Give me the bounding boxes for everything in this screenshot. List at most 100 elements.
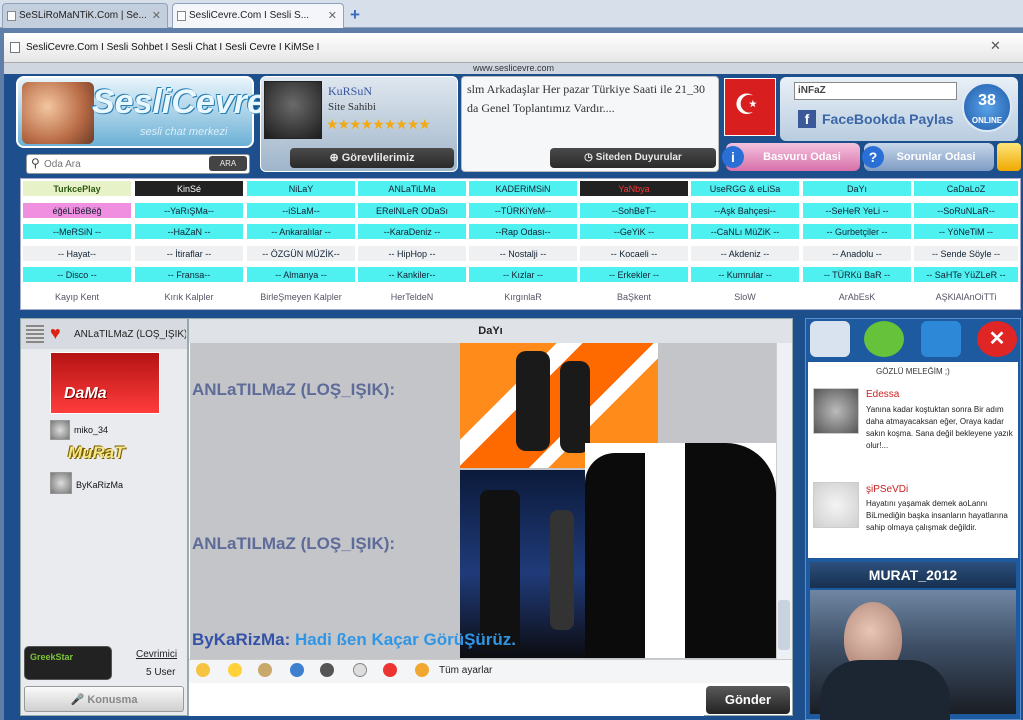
room-item[interactable]: --Aşk Bahçesi-- — [690, 202, 800, 219]
room-item[interactable]: CaDaLoZ — [913, 180, 1019, 197]
send-button[interactable]: Gönder — [706, 686, 790, 714]
room-item[interactable]: -- TÜRKü BaR -- — [802, 266, 912, 283]
room-item[interactable]: -- Almanya -- — [246, 266, 356, 283]
room-item[interactable]: -- Anadolu -- — [802, 245, 912, 262]
room-item[interactable]: -- Erkekler -- — [579, 266, 689, 283]
room-item[interactable]: NiLaY — [246, 180, 356, 197]
info-icon: i — [722, 146, 744, 168]
room-item[interactable]: ANLaTiLMa — [357, 180, 467, 197]
browser-tab[interactable]: SeSLiRoMaNTiK.Com | Se... ✕ — [2, 3, 168, 28]
room-item[interactable]: BirleŞmeyen Kalpler — [246, 288, 356, 305]
room-item[interactable]: -- HipHop -- — [357, 245, 467, 262]
room-item[interactable]: -- Ankaralılar -- — [246, 223, 356, 240]
room-item[interactable]: -- Hayat-- — [22, 245, 132, 262]
scroll-thumb[interactable] — [778, 600, 790, 650]
window-close-icon[interactable]: ✕ — [990, 38, 1012, 56]
room-item[interactable]: -- YöNeTiM -- — [913, 223, 1019, 240]
room-item[interactable]: AŞKlAlAnOiTTi — [913, 288, 1019, 305]
hand-icon[interactable] — [196, 663, 210, 677]
room-item[interactable]: -- Gurbetçiler -- — [802, 223, 912, 240]
browser-tab-active[interactable]: SesliCevre.Com I Sesli S... ✕ — [172, 3, 344, 28]
room-item[interactable]: --SeHeR YeLi -- — [802, 202, 912, 219]
room-item[interactable]: -- Nostalji -- — [468, 245, 578, 262]
new-tab-icon[interactable]: + — [350, 5, 370, 24]
profile-icon[interactable] — [810, 321, 850, 357]
room-item[interactable]: -- Kumrular -- — [690, 266, 800, 283]
mic-icon[interactable] — [320, 663, 334, 677]
all-settings-link[interactable]: Tüm ayarlar — [439, 665, 492, 676]
room-item[interactable]: --CaNLı MüZiK -- — [690, 223, 800, 240]
webcam-view[interactable] — [810, 590, 1016, 720]
feed-user[interactable]: şiPSeVDi — [866, 484, 908, 495]
room-item[interactable]: -- İtiraflar -- — [134, 245, 244, 262]
room-item[interactable]: SloW — [690, 288, 800, 305]
emoticon-icon[interactable] — [258, 663, 272, 677]
room-item[interactable]: -- Kocaeli -- — [579, 245, 689, 262]
user-name[interactable]: ByKaRizMa — [76, 480, 123, 490]
feed-user[interactable]: Edessa — [866, 389, 899, 400]
announcements-button[interactable]: ◷ Siteden Duyurular — [550, 148, 716, 168]
room-item[interactable]: --SohBeT-- — [579, 202, 689, 219]
extra-icon[interactable] — [997, 143, 1021, 171]
facebook-share-link[interactable]: FaceBookda Paylas — [822, 111, 954, 127]
room-item[interactable]: -- SaHTe YüZLeR -- — [913, 266, 1019, 283]
problems-room-button[interactable]: ? Sorunlar Odasi — [862, 143, 994, 171]
room-item[interactable]: Kayıp Kent — [22, 288, 132, 305]
room-item[interactable]: --MeRSiN -- — [22, 223, 132, 240]
room-item[interactable]: KADERiMSiN — [468, 180, 578, 197]
announcement-text: slm Arkadaşlar Her pazar Türkiye Saati i… — [467, 82, 706, 115]
settings-icon[interactable] — [415, 663, 429, 677]
search-button[interactable]: ARA — [209, 156, 247, 171]
refresh-icon[interactable] — [921, 321, 961, 357]
grip-icon[interactable] — [26, 325, 44, 343]
smiley-icon[interactable] — [228, 663, 242, 677]
room-item[interactable]: --SoRuNLaR-- — [913, 202, 1019, 219]
close-icon[interactable]: ✕ — [977, 321, 1017, 357]
room-item[interactable]: -- Fransa-- — [134, 266, 244, 283]
facebook-icon[interactable]: f — [798, 110, 816, 128]
room-item[interactable]: Kırık Kalpler — [134, 288, 244, 305]
room-item[interactable]: -- Sende Söyle -- — [913, 245, 1019, 262]
close-icon[interactable]: ✕ — [328, 9, 337, 22]
room-item[interactable]: KırgınlaR — [468, 288, 578, 305]
room-item[interactable]: --HaZaN -- — [134, 223, 244, 240]
user-name[interactable]: miko_34 — [74, 425, 108, 435]
message-input[interactable] — [189, 684, 704, 716]
user-name-styled[interactable]: MuRaT — [68, 443, 125, 463]
alert-icon[interactable] — [383, 663, 397, 677]
room-item[interactable]: BaŞkent — [579, 288, 689, 305]
room-search-input[interactable] — [44, 157, 204, 171]
talk-button[interactable]: 🎤 Konusma — [24, 686, 184, 712]
eye-icon[interactable] — [353, 663, 367, 677]
room-item[interactable]: YaNbya — [579, 180, 689, 197]
online-status-link[interactable]: Cevrimici — [136, 649, 177, 660]
room-item[interactable]: DaYı — [802, 180, 912, 197]
nickname-field[interactable]: iNFaZ — [794, 82, 957, 100]
room-item[interactable]: TurkcePlay — [22, 180, 132, 197]
room-item[interactable]: --TÜRKiYeM-- — [468, 202, 578, 219]
room-item[interactable]: ERelNLeR ODaSı — [357, 202, 467, 219]
room-item[interactable]: -- ÖZGÜN MÜZİK-- — [246, 245, 356, 262]
user-count: 5 User — [146, 667, 176, 678]
chat-bubble-icon[interactable] — [864, 321, 904, 357]
room-item[interactable]: --Rap Odası-- — [468, 223, 578, 240]
logo-text: SesliCevre — [92, 83, 266, 121]
room-item[interactable]: --GeYiK -- — [579, 223, 689, 240]
room-item[interactable]: ArAbEsK — [802, 288, 912, 305]
room-item[interactable]: éğéLiBéBéğ — [22, 202, 132, 219]
talk-button-label: Konusma — [87, 694, 138, 706]
room-item[interactable]: -- Disco -- — [22, 266, 132, 283]
close-icon[interactable]: ✕ — [152, 9, 161, 22]
room-item[interactable]: -- Kızlar -- — [468, 266, 578, 283]
room-item[interactable]: HerTeldeN — [357, 288, 467, 305]
room-item[interactable]: --YaRıŞMa-- — [134, 202, 244, 219]
room-item[interactable]: UseRGG & eLiSa — [690, 180, 800, 197]
apply-room-button[interactable]: i Basvuru Odasi — [722, 143, 860, 171]
image-icon[interactable] — [290, 663, 304, 677]
room-item[interactable]: -- Akdeniz -- — [690, 245, 800, 262]
room-item[interactable]: --iSLaM-- — [246, 202, 356, 219]
room-item[interactable]: --KaraDeniz -- — [357, 223, 467, 240]
room-item[interactable]: -- Kankiler-- — [357, 266, 467, 283]
room-item[interactable]: KinSé — [134, 180, 244, 197]
staff-button[interactable]: ⊕ Görevlilerimiz — [290, 148, 454, 168]
